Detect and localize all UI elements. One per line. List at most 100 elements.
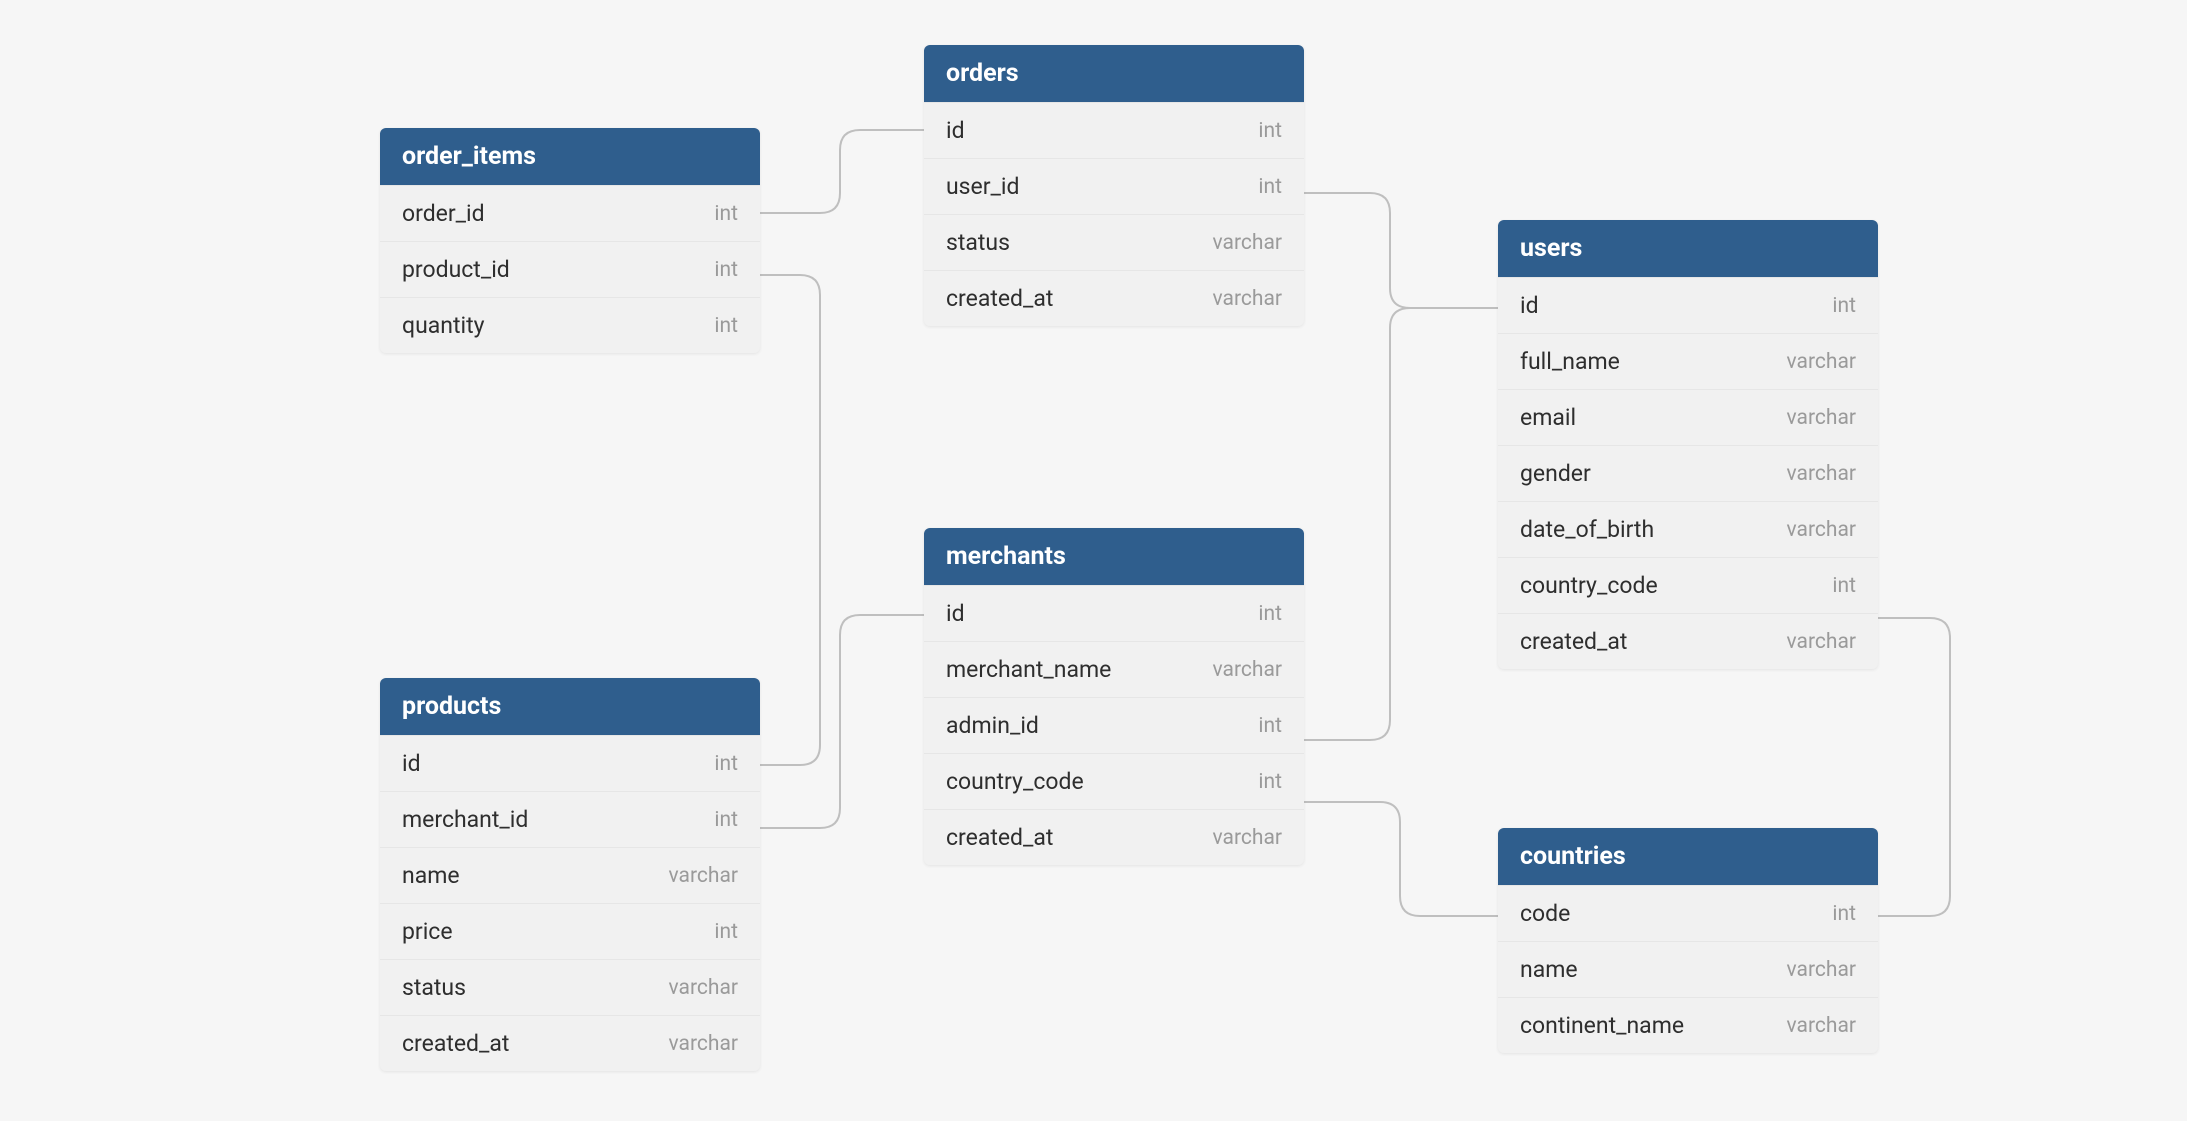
rel-merchants-countries xyxy=(1304,802,1498,916)
column-row[interactable]: created_at varchar xyxy=(924,270,1304,326)
column-row[interactable]: created_at varchar xyxy=(924,809,1304,865)
table-header[interactable]: merchants xyxy=(924,528,1304,585)
column-row[interactable]: status varchar xyxy=(380,959,760,1015)
column-type: int xyxy=(714,202,738,226)
column-row[interactable]: email varchar xyxy=(1498,389,1878,445)
column-name: name xyxy=(402,862,460,889)
column-row[interactable]: product_id int xyxy=(380,241,760,297)
column-row[interactable]: admin_id int xyxy=(924,697,1304,753)
column-name: gender xyxy=(1520,460,1591,487)
column-name: admin_id xyxy=(946,712,1039,739)
column-type: varchar xyxy=(1213,658,1282,682)
column-row[interactable]: id int xyxy=(380,735,760,791)
column-type: int xyxy=(1258,175,1282,199)
column-name: merchant_name xyxy=(946,656,1111,683)
column-row[interactable]: created_at varchar xyxy=(1498,613,1878,669)
column-name: id xyxy=(946,600,965,627)
column-type: int xyxy=(1832,902,1856,926)
rel-orders-users xyxy=(1304,193,1498,308)
column-type: int xyxy=(1258,770,1282,794)
table-products[interactable]: products id int merchant_id int name var… xyxy=(380,678,760,1071)
column-row[interactable]: order_id int xyxy=(380,185,760,241)
column-row[interactable]: user_id int xyxy=(924,158,1304,214)
column-type: int xyxy=(714,920,738,944)
column-row[interactable]: country_code int xyxy=(1498,557,1878,613)
column-type: varchar xyxy=(1213,287,1282,311)
column-type: int xyxy=(714,258,738,282)
column-name: created_at xyxy=(946,824,1053,851)
column-row[interactable]: merchant_name varchar xyxy=(924,641,1304,697)
column-row[interactable]: created_at varchar xyxy=(380,1015,760,1071)
column-type: int xyxy=(1258,119,1282,143)
column-row[interactable]: price int xyxy=(380,903,760,959)
column-row[interactable]: id int xyxy=(924,102,1304,158)
column-type: varchar xyxy=(669,976,738,1000)
column-name: created_at xyxy=(1520,628,1627,655)
column-type: int xyxy=(714,808,738,832)
column-name: date_of_birth xyxy=(1520,516,1654,543)
table-merchants[interactable]: merchants id int merchant_name varchar a… xyxy=(924,528,1304,865)
column-type: varchar xyxy=(1787,462,1856,486)
column-name: product_id xyxy=(402,256,510,283)
rel-products-merchants xyxy=(760,615,924,828)
column-name: created_at xyxy=(946,285,1053,312)
table-header[interactable]: order_items xyxy=(380,128,760,185)
column-name: price xyxy=(402,918,453,945)
column-name: status xyxy=(402,974,466,1001)
rel-order_items-orders xyxy=(760,130,924,213)
column-type: int xyxy=(1832,294,1856,318)
column-type: varchar xyxy=(669,1032,738,1056)
column-type: int xyxy=(1832,574,1856,598)
column-row[interactable]: status varchar xyxy=(924,214,1304,270)
column-row[interactable]: gender varchar xyxy=(1498,445,1878,501)
column-name: continent_name xyxy=(1520,1012,1684,1039)
column-name: merchant_id xyxy=(402,806,528,833)
column-type: varchar xyxy=(669,864,738,888)
column-name: country_code xyxy=(1520,572,1658,599)
rel-users-countries xyxy=(1878,618,1950,916)
column-row[interactable]: full_name varchar xyxy=(1498,333,1878,389)
column-row[interactable]: quantity int xyxy=(380,297,760,353)
table-header[interactable]: orders xyxy=(924,45,1304,102)
column-name: quantity xyxy=(402,312,485,339)
erd-canvas[interactable]: order_items order_id int product_id int … xyxy=(0,0,2187,1121)
table-users[interactable]: users id int full_name varchar email var… xyxy=(1498,220,1878,669)
column-type: varchar xyxy=(1213,231,1282,255)
column-type: varchar xyxy=(1787,350,1856,374)
column-row[interactable]: continent_name varchar xyxy=(1498,997,1878,1053)
table-orders[interactable]: orders id int user_id int status varchar… xyxy=(924,45,1304,326)
column-name: code xyxy=(1520,900,1570,927)
column-type: int xyxy=(714,314,738,338)
table-header[interactable]: users xyxy=(1498,220,1878,277)
column-row[interactable]: name varchar xyxy=(380,847,760,903)
rel-order_items-products xyxy=(760,275,820,765)
column-name: full_name xyxy=(1520,348,1620,375)
column-row[interactable]: date_of_birth varchar xyxy=(1498,501,1878,557)
column-name: created_at xyxy=(402,1030,509,1057)
column-row[interactable]: code int xyxy=(1498,885,1878,941)
table-header[interactable]: countries xyxy=(1498,828,1878,885)
column-type: varchar xyxy=(1787,958,1856,982)
column-name: id xyxy=(946,117,965,144)
column-name: name xyxy=(1520,956,1578,983)
column-row[interactable]: merchant_id int xyxy=(380,791,760,847)
column-row[interactable]: name varchar xyxy=(1498,941,1878,997)
column-name: status xyxy=(946,229,1010,256)
column-name: email xyxy=(1520,404,1576,431)
column-type: varchar xyxy=(1787,406,1856,430)
column-name: id xyxy=(1520,292,1539,319)
rel-merchants-users xyxy=(1304,308,1498,740)
column-row[interactable]: country_code int xyxy=(924,753,1304,809)
table-order_items[interactable]: order_items order_id int product_id int … xyxy=(380,128,760,353)
column-name: country_code xyxy=(946,768,1084,795)
column-name: order_id xyxy=(402,200,485,227)
column-row[interactable]: id int xyxy=(1498,277,1878,333)
column-row[interactable]: id int xyxy=(924,585,1304,641)
column-type: varchar xyxy=(1213,826,1282,850)
column-type: varchar xyxy=(1787,518,1856,542)
column-type: int xyxy=(1258,602,1282,626)
column-type: int xyxy=(714,752,738,776)
column-type: int xyxy=(1258,714,1282,738)
table-header[interactable]: products xyxy=(380,678,760,735)
table-countries[interactable]: countries code int name varchar continen… xyxy=(1498,828,1878,1053)
